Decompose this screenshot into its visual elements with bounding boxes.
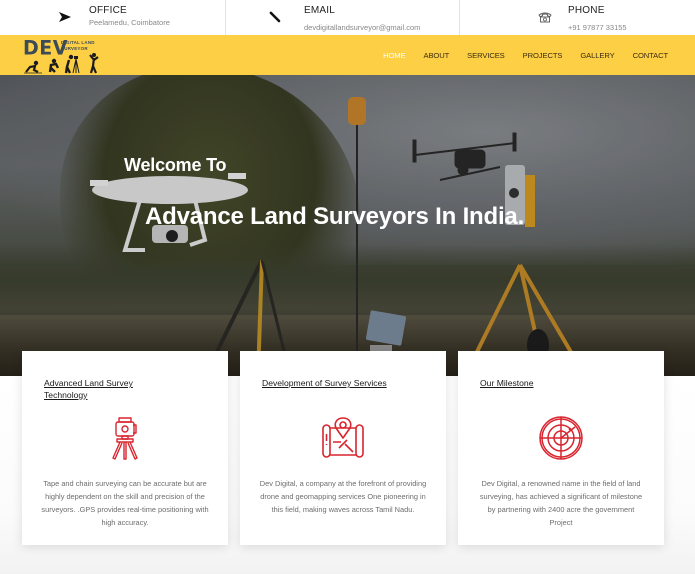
email-info: EMAIL devdigitallandsurveyor@gmail.com bbox=[226, 0, 460, 35]
feature-card-technology: Advanced Land Survey Technology Tape and… bbox=[22, 351, 228, 545]
send-arrow-icon bbox=[56, 8, 74, 26]
phone-label: PHONE bbox=[568, 5, 605, 16]
office-address: Peelamedu, Coimbatore bbox=[89, 18, 170, 27]
nav-projects[interactable]: PROJECTS bbox=[523, 51, 563, 60]
feature-card-services: Development of Survey Services Dev Digit… bbox=[240, 351, 446, 545]
main-navbar: DEV DIGITAL LAND SURVEYOR HOME ABOUT SER… bbox=[0, 35, 695, 75]
nav-about[interactable]: ABOUT bbox=[424, 51, 450, 60]
office-label: OFFICE bbox=[89, 5, 127, 16]
card-description: Dev Digital, a renowned name in the fiel… bbox=[479, 479, 643, 527]
map-location-pin-icon bbox=[322, 417, 364, 458]
logo-tagline-line1: DIGITAL LAND bbox=[61, 40, 95, 45]
card-title[interactable]: Advanced Land Survey Technology bbox=[44, 377, 174, 401]
card-title[interactable]: Our Milestone bbox=[480, 377, 540, 389]
hero-kicker: Welcome To bbox=[124, 155, 227, 175]
nav-services[interactable]: SERVICES bbox=[467, 51, 505, 60]
card-description: Dev Digital, a company at the forefront … bbox=[259, 479, 427, 514]
office-info: OFFICE Peelamedu, Coimbatore bbox=[0, 0, 226, 35]
pencil-icon bbox=[266, 8, 284, 26]
phone-info: PHONE +91 97877 33155 bbox=[460, 0, 695, 35]
hero-banner: Welcome To Advance Land Surveyors In Ind… bbox=[0, 75, 695, 376]
surveyor-figures-icon bbox=[24, 53, 99, 74]
feature-card-milestone: Our Milestone Dev Digital, a renowned na… bbox=[458, 351, 664, 545]
radar-target-icon bbox=[539, 416, 583, 460]
nav-contact[interactable]: CONTACT bbox=[633, 51, 669, 60]
card-description: Tape and chain surveying can be accurate… bbox=[41, 479, 209, 527]
primary-nav: HOME ABOUT SERVICES PROJECTS GALLERY CON… bbox=[383, 35, 695, 75]
email-label: EMAIL bbox=[304, 5, 336, 16]
phone-link[interactable]: +91 97877 33155 bbox=[568, 23, 627, 32]
telephone-icon bbox=[536, 8, 554, 26]
email-link[interactable]: devdigitallandsurveyor@gmail.com bbox=[304, 23, 420, 32]
total-station-tripod-icon bbox=[112, 417, 138, 460]
site-logo[interactable]: DEV DIGITAL LAND SURVEYOR bbox=[22, 36, 117, 75]
card-title[interactable]: Development of Survey Services bbox=[262, 377, 392, 389]
nav-home[interactable]: HOME bbox=[383, 51, 405, 60]
nav-gallery[interactable]: GALLERY bbox=[580, 51, 614, 60]
contact-strip: OFFICE Peelamedu, Coimbatore EMAIL devdi… bbox=[0, 0, 695, 35]
hero-headline: Advance Land Surveyors In India. bbox=[145, 203, 525, 230]
